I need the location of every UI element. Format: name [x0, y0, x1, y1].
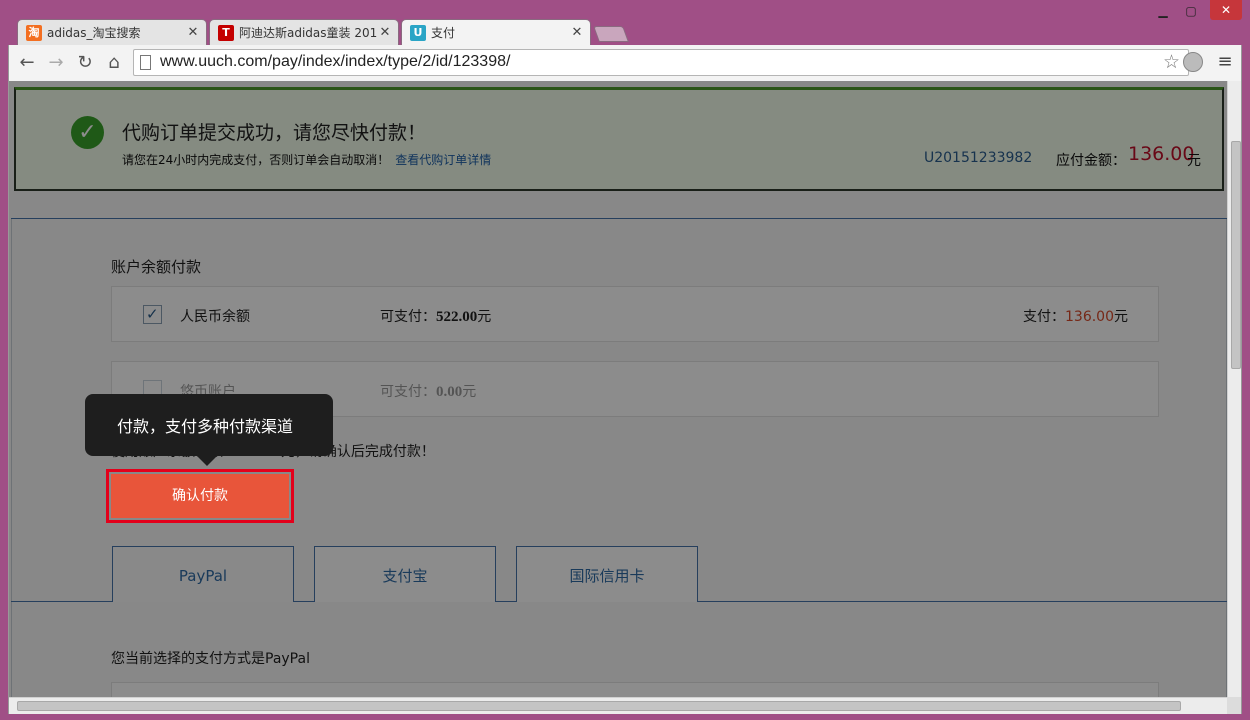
vertical-scrollbar[interactable]: [1227, 81, 1241, 697]
reload-icon[interactable]: ↻: [73, 51, 97, 75]
page-icon: [140, 55, 151, 70]
guide-overlay: [9, 81, 1227, 697]
browser-toolbar: ← → ↻ ⌂ www.uuch.com/pay/index/index/typ…: [8, 45, 1242, 81]
url-text[interactable]: www.uuch.com/pay/index/index/type/2/id/1…: [160, 53, 510, 71]
minimize-button[interactable]: ▁: [1152, 4, 1174, 20]
horizontal-scrollbar[interactable]: [9, 697, 1227, 714]
tab-close-icon[interactable]: ✕: [186, 25, 200, 40]
tab-tmall[interactable]: T 阿迪达斯adidas童装 201 ✕: [209, 19, 399, 45]
bookmark-star-icon[interactable]: ☆: [1163, 51, 1180, 73]
back-icon[interactable]: ←: [15, 51, 39, 75]
address-bar[interactable]: www.uuch.com/pay/index/index/type/2/id/1…: [133, 49, 1189, 76]
maximize-button[interactable]: ▢: [1180, 4, 1202, 20]
tab-close-icon[interactable]: ✕: [378, 25, 392, 40]
scroll-corner: [1227, 697, 1241, 714]
guide-tooltip: 付款，支付多种付款渠道: [85, 394, 333, 466]
tab-title: 阿迪达斯adidas童装 201: [239, 26, 378, 40]
tab-title: adidas_淘宝搜索: [47, 26, 141, 40]
tab-title: 支付: [431, 26, 456, 40]
confirm-payment-button[interactable]: 确认付款: [111, 474, 289, 518]
home-icon[interactable]: ⌂: [102, 51, 126, 75]
tmall-favicon-icon: T: [218, 24, 234, 41]
page-viewport: ✓ 代购订单提交成功，请您尽快付款！ 请您在24小时内完成支付，否则订单会自动取…: [8, 81, 1242, 714]
uuch-favicon-icon: U: [410, 24, 426, 41]
browser-window: ▁ ▢ ✕ 淘 adidas_淘宝搜索 ✕ T 阿迪达斯adidas童装 201…: [0, 0, 1250, 720]
forward-icon[interactable]: →: [44, 51, 68, 75]
payment-page: ✓ 代购订单提交成功，请您尽快付款！ 请您在24小时内完成支付，否则订单会自动取…: [9, 81, 1227, 712]
horizontal-scroll-thumb[interactable]: [17, 701, 1181, 711]
menu-icon[interactable]: ≡: [1215, 51, 1235, 73]
tab-taobao[interactable]: 淘 adidas_淘宝搜索 ✕: [17, 19, 207, 45]
tab-close-icon[interactable]: ✕: [570, 25, 584, 40]
close-window-button[interactable]: ✕: [1210, 0, 1242, 20]
vertical-scroll-thumb[interactable]: [1231, 141, 1241, 369]
tab-payment[interactable]: U 支付 ✕: [401, 19, 591, 45]
new-tab-button[interactable]: [593, 26, 629, 42]
taobao-favicon-icon: 淘: [26, 24, 42, 41]
extension-globe-icon[interactable]: [1183, 52, 1203, 72]
